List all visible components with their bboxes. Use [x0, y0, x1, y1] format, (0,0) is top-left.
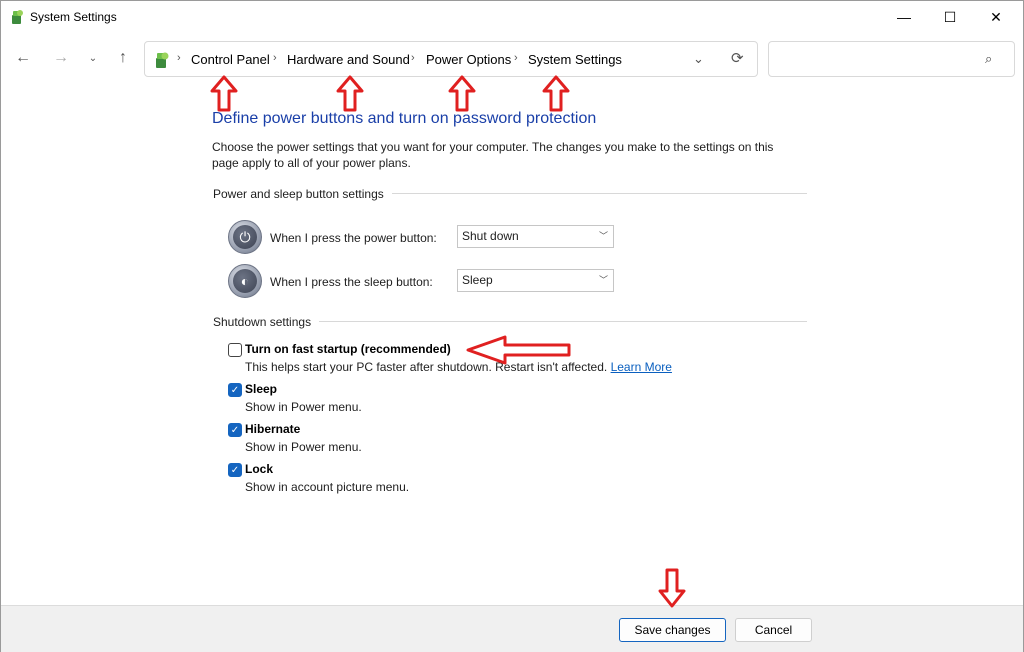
annotation-up-arrow-icon — [448, 75, 476, 112]
up-button[interactable]: ↑ — [111, 46, 135, 70]
save-changes-button[interactable]: Save changes — [619, 618, 726, 642]
lock-option-label[interactable]: Lock — [245, 462, 273, 476]
breadcrumb-separator[interactable]: › — [273, 52, 277, 64]
checkmark-icon: ✓ — [230, 424, 240, 436]
fast-startup-label[interactable]: Turn on fast startup (recommended) — [245, 342, 451, 356]
breadcrumb-hardware-and-sound[interactable]: Hardware and Sound — [287, 52, 410, 67]
power-button-value: Shut down — [462, 229, 519, 243]
breadcrumb-separator: › — [177, 52, 181, 64]
annotation-up-arrow-icon — [336, 75, 364, 112]
hibernate-option-label[interactable]: Hibernate — [245, 422, 300, 436]
chevron-down-icon: ⌄ — [88, 52, 98, 64]
fast-startup-checkbox[interactable] — [228, 343, 242, 357]
sleep-option-description: Show in Power menu. — [245, 400, 362, 414]
minimize-icon: — — [897, 9, 911, 25]
power-button-select[interactable]: Shut down ﹀ — [457, 225, 614, 248]
forward-arrow-icon: → — [53, 49, 69, 66]
search-icon: ⌕ — [985, 51, 993, 66]
close-icon: ✕ — [990, 8, 1002, 25]
address-bar[interactable]: › Control Panel › Hardware and Sound › P… — [144, 41, 758, 77]
cancel-button[interactable]: Cancel — [735, 618, 812, 642]
breadcrumb-power-options[interactable]: Power Options — [426, 52, 511, 67]
annotation-left-arrow-icon — [466, 335, 571, 365]
sleep-option-label[interactable]: Sleep — [245, 382, 277, 396]
page-intro: Choose the power settings that you want … — [212, 140, 774, 170]
search-input[interactable]: ⌕ — [768, 41, 1015, 77]
back-button[interactable]: ← — [11, 46, 35, 70]
back-arrow-icon: ← — [15, 49, 31, 66]
power-button-icon: ⏻ — [228, 220, 262, 254]
sleep-button-select[interactable]: Sleep ﹀ — [457, 269, 614, 292]
up-arrow-icon: ↑ — [119, 49, 127, 66]
sleep-button-value: Sleep — [462, 273, 493, 287]
hibernate-checkbox[interactable]: ✓ — [228, 423, 242, 437]
control-panel-icon — [12, 10, 23, 24]
control-panel-icon — [156, 52, 169, 68]
sleep-checkbox[interactable]: ✓ — [228, 383, 242, 397]
lock-option-description: Show in account picture menu. — [245, 480, 410, 494]
system-settings-window: System Settings — ☐ ✕ ← → ⌄ ↑ › Control … — [0, 0, 1024, 652]
address-dropdown-chevron-icon[interactable]: ⌄ — [693, 51, 704, 67]
lock-checkbox[interactable]: ✓ — [228, 463, 242, 477]
minimize-button[interactable]: — — [881, 1, 927, 33]
annotation-up-arrow-icon — [210, 75, 238, 112]
checkmark-icon: ✓ — [230, 464, 240, 476]
forward-button[interactable]: → — [49, 46, 73, 70]
refresh-icon[interactable]: ⟳ — [731, 49, 744, 67]
power-sleep-group-label: Power and sleep button settings — [213, 187, 392, 201]
navigation-bar: ← → ⌄ ↑ › Control Panel › Hardware and S… — [1, 37, 1023, 81]
close-button[interactable]: ✕ — [973, 1, 1019, 33]
footer-bar: Save changes Cancel — [1, 605, 1023, 652]
maximize-button[interactable]: ☐ — [927, 1, 973, 33]
page-title: Define power buttons and turn on passwor… — [212, 110, 597, 127]
learn-more-link[interactable]: Learn More — [611, 360, 672, 374]
annotation-down-arrow-icon — [658, 568, 686, 608]
breadcrumb-separator[interactable]: › — [411, 52, 415, 64]
window-title: System Settings — [30, 10, 117, 24]
hibernate-option-description: Show in Power menu. — [245, 440, 362, 454]
recent-locations-button[interactable]: ⌄ — [81, 46, 105, 70]
breadcrumb-system-settings[interactable]: System Settings — [528, 52, 622, 67]
breadcrumb-separator[interactable]: › — [514, 52, 518, 64]
sleep-button-icon: ◐ — [228, 264, 262, 298]
shutdown-group-label: Shutdown settings — [213, 315, 320, 329]
breadcrumb-control-panel[interactable]: Control Panel — [191, 52, 270, 67]
chevron-down-icon: ﹀ — [598, 275, 608, 285]
power-button-label: When I press the power button: — [270, 231, 437, 245]
title-bar: System Settings — ☐ ✕ — [1, 1, 1023, 33]
sleep-button-label: When I press the sleep button: — [270, 275, 433, 289]
annotation-up-arrow-icon — [542, 75, 570, 112]
fast-startup-description: This helps start your PC faster after sh… — [245, 360, 672, 374]
maximize-icon: ☐ — [943, 8, 957, 25]
checkmark-icon: ✓ — [230, 384, 240, 396]
chevron-down-icon: ﹀ — [598, 231, 608, 241]
